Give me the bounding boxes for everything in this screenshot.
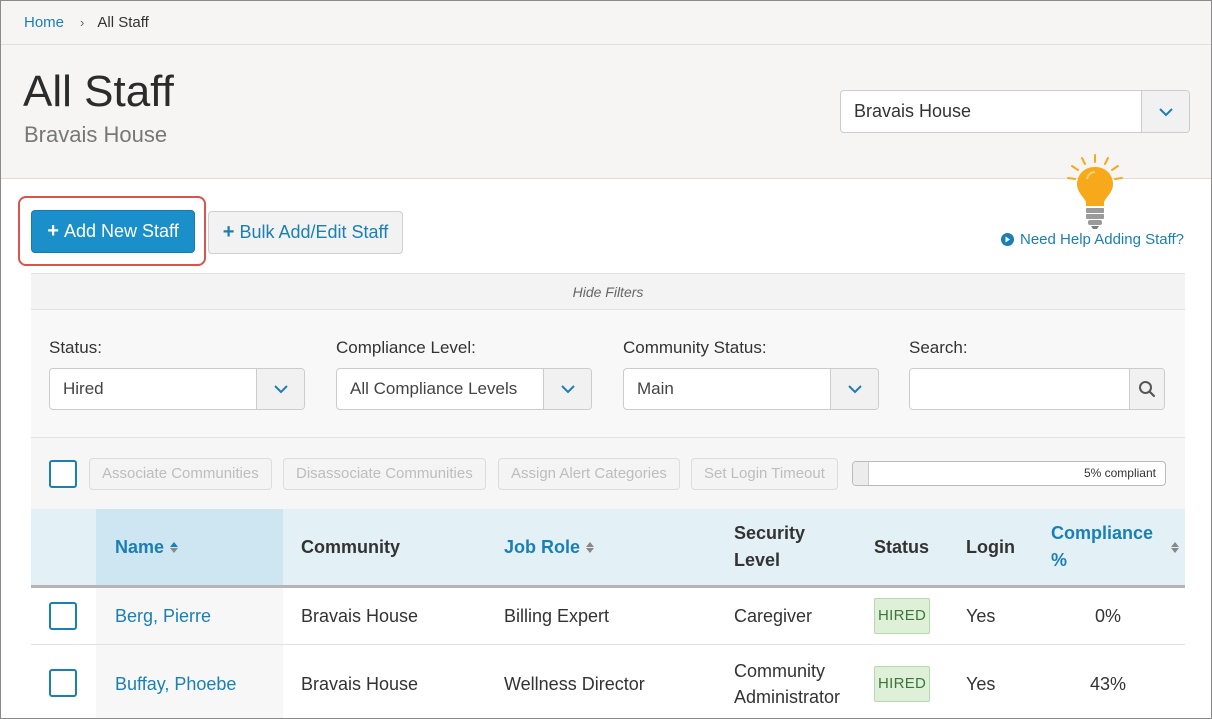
column-header-login: Login (966, 536, 1015, 557)
status-filter-toggle[interactable] (256, 369, 304, 409)
page-title: All Staff (23, 67, 174, 116)
column-header-job-role[interactable]: Job Role (504, 509, 595, 585)
associate-communities-button[interactable]: Associate Communities (89, 458, 272, 490)
column-header-name-label: Name (115, 536, 165, 557)
page-subtitle: Bravais House (24, 122, 168, 147)
sort-asc-icon (170, 541, 179, 553)
community-status-filter-toggle[interactable] (830, 369, 878, 409)
staff-name-link[interactable]: Berg, Pierre (115, 588, 211, 644)
search-button[interactable] (1129, 369, 1164, 409)
community-cell: Bravais House (301, 606, 419, 626)
chevron-down-icon (273, 385, 288, 394)
table-row: Buffay, Phoebe Bravais House Wellness Di… (31, 645, 1185, 718)
compliance-filter-select[interactable]: All Compliance Levels (336, 368, 592, 410)
compliance-filter-value: All Compliance Levels (350, 379, 518, 398)
column-header-compliance[interactable]: Compliance % (1051, 509, 1185, 585)
search-label: Search: (909, 338, 968, 357)
bulk-add-edit-label: Bulk Add/Edit Staff (239, 222, 389, 242)
compliance-progress-bar: 5% compliant (852, 461, 1166, 486)
table-row: Berg, Pierre Bravais House Billing Exper… (31, 588, 1185, 645)
login-cell: Yes (966, 673, 996, 694)
community-select[interactable]: Bravais House (840, 90, 1190, 133)
job-role-cell: Wellness Director (504, 673, 645, 694)
page-header: All Staff Bravais House Bravais House (1, 45, 1211, 179)
status-filter-value: Hired (63, 379, 104, 398)
add-new-staff-button[interactable]: + Add New Staff (31, 210, 195, 253)
breadcrumb: Home › All Staff (1, 1, 1211, 45)
column-header-job-role-label: Job Role (504, 536, 581, 557)
status-cell: HIRED (874, 588, 931, 644)
chevron-down-icon (847, 385, 862, 394)
staff-table-header: Name Community Job Role Security Level S… (31, 509, 1185, 588)
security-level-cell: Community Administrator (734, 660, 841, 707)
chevron-down-icon (1158, 107, 1173, 116)
sort-icon (1171, 541, 1179, 553)
status-cell: HIRED (874, 645, 931, 718)
compliance-filter-label: Compliance Level: (336, 338, 476, 357)
plus-icon: + (47, 220, 59, 242)
staff-table-body: Berg, Pierre Bravais House Billing Exper… (31, 588, 1185, 718)
chevron-down-icon (560, 385, 575, 394)
column-header-compliance-label: Compliance % (1051, 523, 1154, 570)
compliance-progress-label: 5% compliant (1083, 466, 1156, 480)
breadcrumb-home-link[interactable]: Home (24, 14, 64, 31)
column-header-security-level: Security Level (734, 523, 806, 570)
community-select-toggle[interactable] (1141, 91, 1189, 132)
column-header-name[interactable]: Name (115, 509, 179, 585)
bulk-add-edit-staff-button[interactable]: + Bulk Add/Edit Staff (208, 211, 403, 254)
set-login-timeout-button[interactable]: Set Login Timeout (691, 458, 838, 490)
job-role-cell: Billing Expert (504, 606, 610, 626)
assign-alert-categories-button[interactable]: Assign Alert Categories (498, 458, 680, 490)
filters-panel: Status: Hired Compliance Level: All Comp… (31, 310, 1185, 438)
status-filter-select[interactable]: Hired (49, 368, 305, 410)
lightbulb-icon (1067, 154, 1123, 229)
status-badge: HIRED (874, 665, 931, 702)
compliance-cell: 43% (1089, 673, 1127, 694)
disassociate-communities-button[interactable]: Disassociate Communities (283, 458, 486, 490)
need-help-link[interactable]: Need Help Adding Staff? (1001, 231, 1184, 248)
community-status-filter-label: Community Status: (623, 338, 767, 357)
plus-icon: + (222, 221, 235, 243)
community-status-filter-value: Main (637, 379, 674, 398)
sort-icon (586, 541, 595, 553)
staff-name-link[interactable]: Buffay, Phoebe (115, 645, 236, 718)
need-help-label: Need Help Adding Staff? (1020, 231, 1185, 248)
community-cell: Bravais House (301, 673, 419, 694)
login-cell: Yes (966, 606, 996, 626)
play-circle-icon (1001, 233, 1014, 246)
community-select-value: Bravais House (854, 101, 972, 121)
compliance-progress-fill (853, 462, 869, 485)
column-header-community: Community (301, 536, 400, 557)
community-status-filter-select[interactable]: Main (623, 368, 879, 410)
breadcrumb-current: All Staff (97, 14, 149, 31)
row-checkbox[interactable] (49, 602, 77, 630)
status-filter-label: Status: (49, 338, 102, 357)
add-new-staff-label: Add New Staff (63, 221, 179, 241)
status-badge: HIRED (874, 598, 931, 634)
select-all-checkbox[interactable] (49, 460, 77, 488)
search-field (909, 368, 1165, 410)
app-frame: Home › All Staff All Staff Bravais House… (0, 0, 1212, 719)
compliance-filter-toggle[interactable] (543, 369, 591, 409)
search-input[interactable] (910, 369, 1129, 409)
search-icon (1139, 381, 1156, 398)
compliance-cell: 0% (1094, 606, 1121, 626)
security-level-cell: Caregiver (734, 606, 813, 626)
column-header-status: Status (874, 536, 930, 557)
bulk-actions-bar: Associate Communities Disassociate Commu… (31, 438, 1185, 509)
breadcrumb-separator-icon: › (80, 15, 85, 30)
row-checkbox[interactable] (49, 669, 77, 697)
hide-filters-toggle[interactable]: Hide Filters (31, 273, 1185, 310)
